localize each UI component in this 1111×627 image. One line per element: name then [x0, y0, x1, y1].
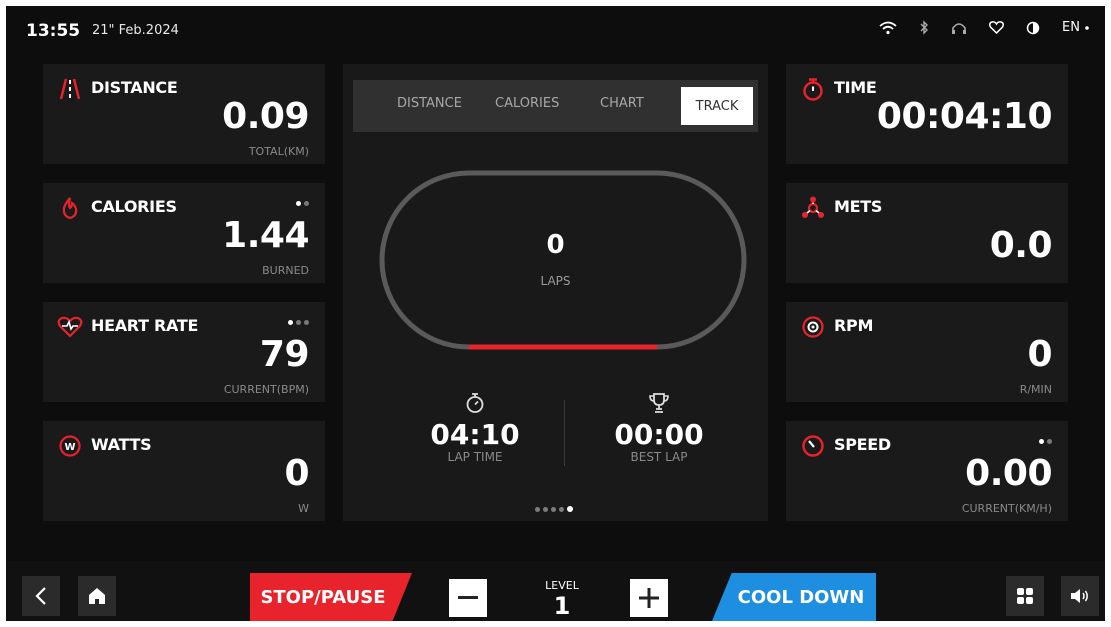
- level-label: LEVEL: [545, 579, 579, 592]
- speed-unit: CURRENT(KM/H): [961, 502, 1052, 515]
- heart-rate-unit: CURRENT(BPM): [223, 383, 309, 396]
- distance-value: 0.09: [222, 96, 309, 137]
- time-value: 00:04:10: [876, 96, 1053, 137]
- date: 21" Feb.2024: [92, 23, 179, 38]
- mets-icon: [800, 195, 826, 221]
- page-dots: [293, 201, 309, 206]
- heart-icon: [989, 21, 1005, 34]
- calories-unit: BURNED: [262, 264, 309, 277]
- page-indicator[interactable]: [535, 506, 576, 512]
- laps-value: 0: [546, 230, 565, 260]
- status-icons: EN: [857, 20, 1091, 35]
- language-label: EN: [1062, 20, 1080, 35]
- mets-card: METS 0.0: [786, 183, 1068, 283]
- rpm-title: RPM: [834, 316, 874, 335]
- tab-track[interactable]: TRACK: [681, 87, 753, 125]
- best-lap-label: BEST LAP: [630, 450, 688, 464]
- time-card: TIME 00:04:10: [786, 64, 1068, 164]
- rpm-icon: [800, 314, 826, 340]
- speed-value: 0.00: [965, 453, 1052, 494]
- home-icon: [89, 588, 105, 604]
- distance-unit: TOTAL(KM): [248, 145, 309, 158]
- page-dots: [1036, 439, 1052, 444]
- best-lap-value: 00:00: [614, 418, 704, 451]
- rpm-unit: R/MIN: [1019, 383, 1052, 396]
- mets-value: 0.0: [989, 225, 1053, 266]
- page-dots: [285, 320, 309, 325]
- apps-button[interactable]: [1006, 576, 1044, 616]
- tab-calories[interactable]: CALORIES: [495, 96, 559, 111]
- lap-time-value: 04:10: [430, 418, 520, 451]
- cool-down-button[interactable]: COOL DOWN: [712, 573, 876, 621]
- track-panel: DISTANCE CALORIES CHART TRACK 0 LAPS 04:…: [343, 64, 768, 521]
- distance-icon: [57, 76, 83, 102]
- best-lap: 00:00 BEST LAP: [589, 390, 729, 464]
- lap-time: 04:10 LAP TIME: [405, 390, 545, 464]
- heart-rate-card[interactable]: HEART RATE 79 CURRENT(BPM): [43, 302, 325, 402]
- mets-title: METS: [834, 197, 883, 216]
- tab-distance[interactable]: DISTANCE: [397, 96, 462, 111]
- flame-icon: [57, 195, 83, 221]
- plus-icon: [639, 588, 659, 608]
- clock: 13:55: [26, 21, 81, 41]
- status-bar: 13:55 21" Feb.2024 EN: [6, 6, 1105, 56]
- back-button[interactable]: [22, 576, 60, 616]
- stop-pause-button[interactable]: STOP/PAUSE: [250, 573, 412, 621]
- calories-value: 1.44: [222, 215, 309, 256]
- time-title: TIME: [834, 78, 877, 97]
- level-decrease-button[interactable]: [449, 579, 487, 617]
- minus-icon: [458, 596, 478, 599]
- stopwatch-icon: [405, 390, 545, 416]
- trophy-icon: [589, 390, 729, 416]
- watts-icon: W: [57, 433, 83, 459]
- speed-icon: [800, 433, 826, 459]
- level-increase-button[interactable]: [630, 579, 668, 617]
- language-selector[interactable]: EN: [1062, 20, 1091, 35]
- lap-time-label: LAP TIME: [447, 450, 503, 464]
- speed-card[interactable]: SPEED 0.00 CURRENT(KM/H): [786, 421, 1068, 521]
- grid-icon: [1017, 588, 1033, 604]
- watts-title: WATTS: [91, 435, 152, 454]
- watts-value: 0: [284, 453, 309, 494]
- watts-card: W WATTS 0 W: [43, 421, 325, 521]
- watts-unit: W: [298, 502, 309, 515]
- back-icon: [35, 587, 46, 605]
- heart-rate-value: 79: [259, 334, 310, 375]
- laps-label: LAPS: [540, 274, 571, 288]
- tab-chart[interactable]: CHART: [600, 96, 644, 111]
- speed-title: SPEED: [834, 435, 891, 454]
- bluetooth-icon: [919, 20, 929, 35]
- home-button[interactable]: [78, 576, 116, 616]
- wifi-icon: [879, 21, 897, 35]
- treadmill-console-screen: 13:55 21" Feb.2024 EN DISTANCE 0.09 TOTA…: [6, 6, 1105, 621]
- contrast-icon[interactable]: [1026, 21, 1040, 35]
- level-value: 1: [553, 592, 571, 620]
- distance-title: DISTANCE: [91, 78, 178, 97]
- headphones-icon: [951, 21, 967, 35]
- view-tabs: DISTANCE CALORIES CHART TRACK: [353, 80, 758, 132]
- stopwatch-icon: [800, 76, 826, 102]
- distance-card: DISTANCE 0.09 TOTAL(KM): [43, 64, 325, 164]
- calories-card[interactable]: CALORIES 1.44 BURNED: [43, 183, 325, 283]
- track-oval: [379, 170, 747, 350]
- heart-rate-icon: [57, 314, 83, 340]
- rpm-card: RPM 0 R/MIN: [786, 302, 1068, 402]
- calories-title: CALORIES: [91, 197, 177, 216]
- volume-icon: [1071, 589, 1088, 603]
- svg-text:W: W: [64, 442, 75, 453]
- heart-rate-title: HEART RATE: [91, 316, 199, 335]
- control-bar: STOP/PAUSE LEVEL 1 COOL DOWN: [6, 561, 1105, 621]
- volume-button[interactable]: [1061, 576, 1099, 616]
- divider: [564, 400, 565, 466]
- rpm-value: 0: [1027, 334, 1052, 375]
